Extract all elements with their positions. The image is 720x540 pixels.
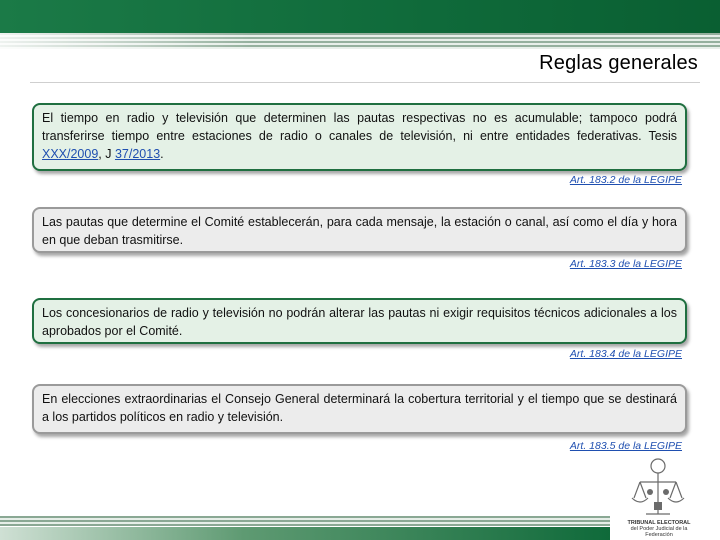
tesis-link[interactable]: XXX/2009	[42, 147, 98, 161]
reference-link-183-5[interactable]: Art. 183.5 de la LEGIPE	[570, 440, 682, 452]
reference-link-183-3[interactable]: Art. 183.3 de la LEGIPE	[570, 258, 682, 270]
reference-link-183-2[interactable]: Art. 183.2 de la LEGIPE	[570, 174, 682, 186]
rule-1-separator: , J	[98, 147, 115, 161]
rule-1-end: .	[160, 147, 164, 161]
rule-box-4: En elecciones extraordinarias el Consejo…	[32, 384, 687, 434]
header-stripes	[0, 33, 720, 49]
rule-3-text: Los concesionarios de radio y televisión…	[42, 306, 677, 338]
reference-link-183-4[interactable]: Art. 183.4 de la LEGIPE	[570, 348, 682, 360]
rule-box-2: Las pautas que determine el Comité estab…	[32, 207, 687, 253]
footer-stripes	[0, 516, 610, 526]
jurisprudencia-link[interactable]: 37/2013	[115, 147, 160, 161]
logo-caption-line2: del Poder Judicial de la Federación	[630, 526, 688, 538]
footer-bar	[0, 527, 610, 540]
title-divider	[30, 82, 700, 83]
rule-box-3: Los concesionarios de radio y televisión…	[32, 298, 687, 344]
header-bar	[0, 0, 720, 33]
logo-caption: TRIBUNAL ELECTORAL del Poder Judicial de…	[620, 520, 698, 538]
rule-4-text: En elecciones extraordinarias el Consejo…	[42, 392, 677, 424]
page-title: Reglas generales	[539, 52, 698, 74]
rule-2-text: Las pautas que determine el Comité estab…	[42, 215, 677, 247]
rule-1-text: El tiempo en radio y televisión que dete…	[42, 111, 677, 143]
rule-box-1: El tiempo en radio y televisión que dete…	[32, 103, 687, 171]
